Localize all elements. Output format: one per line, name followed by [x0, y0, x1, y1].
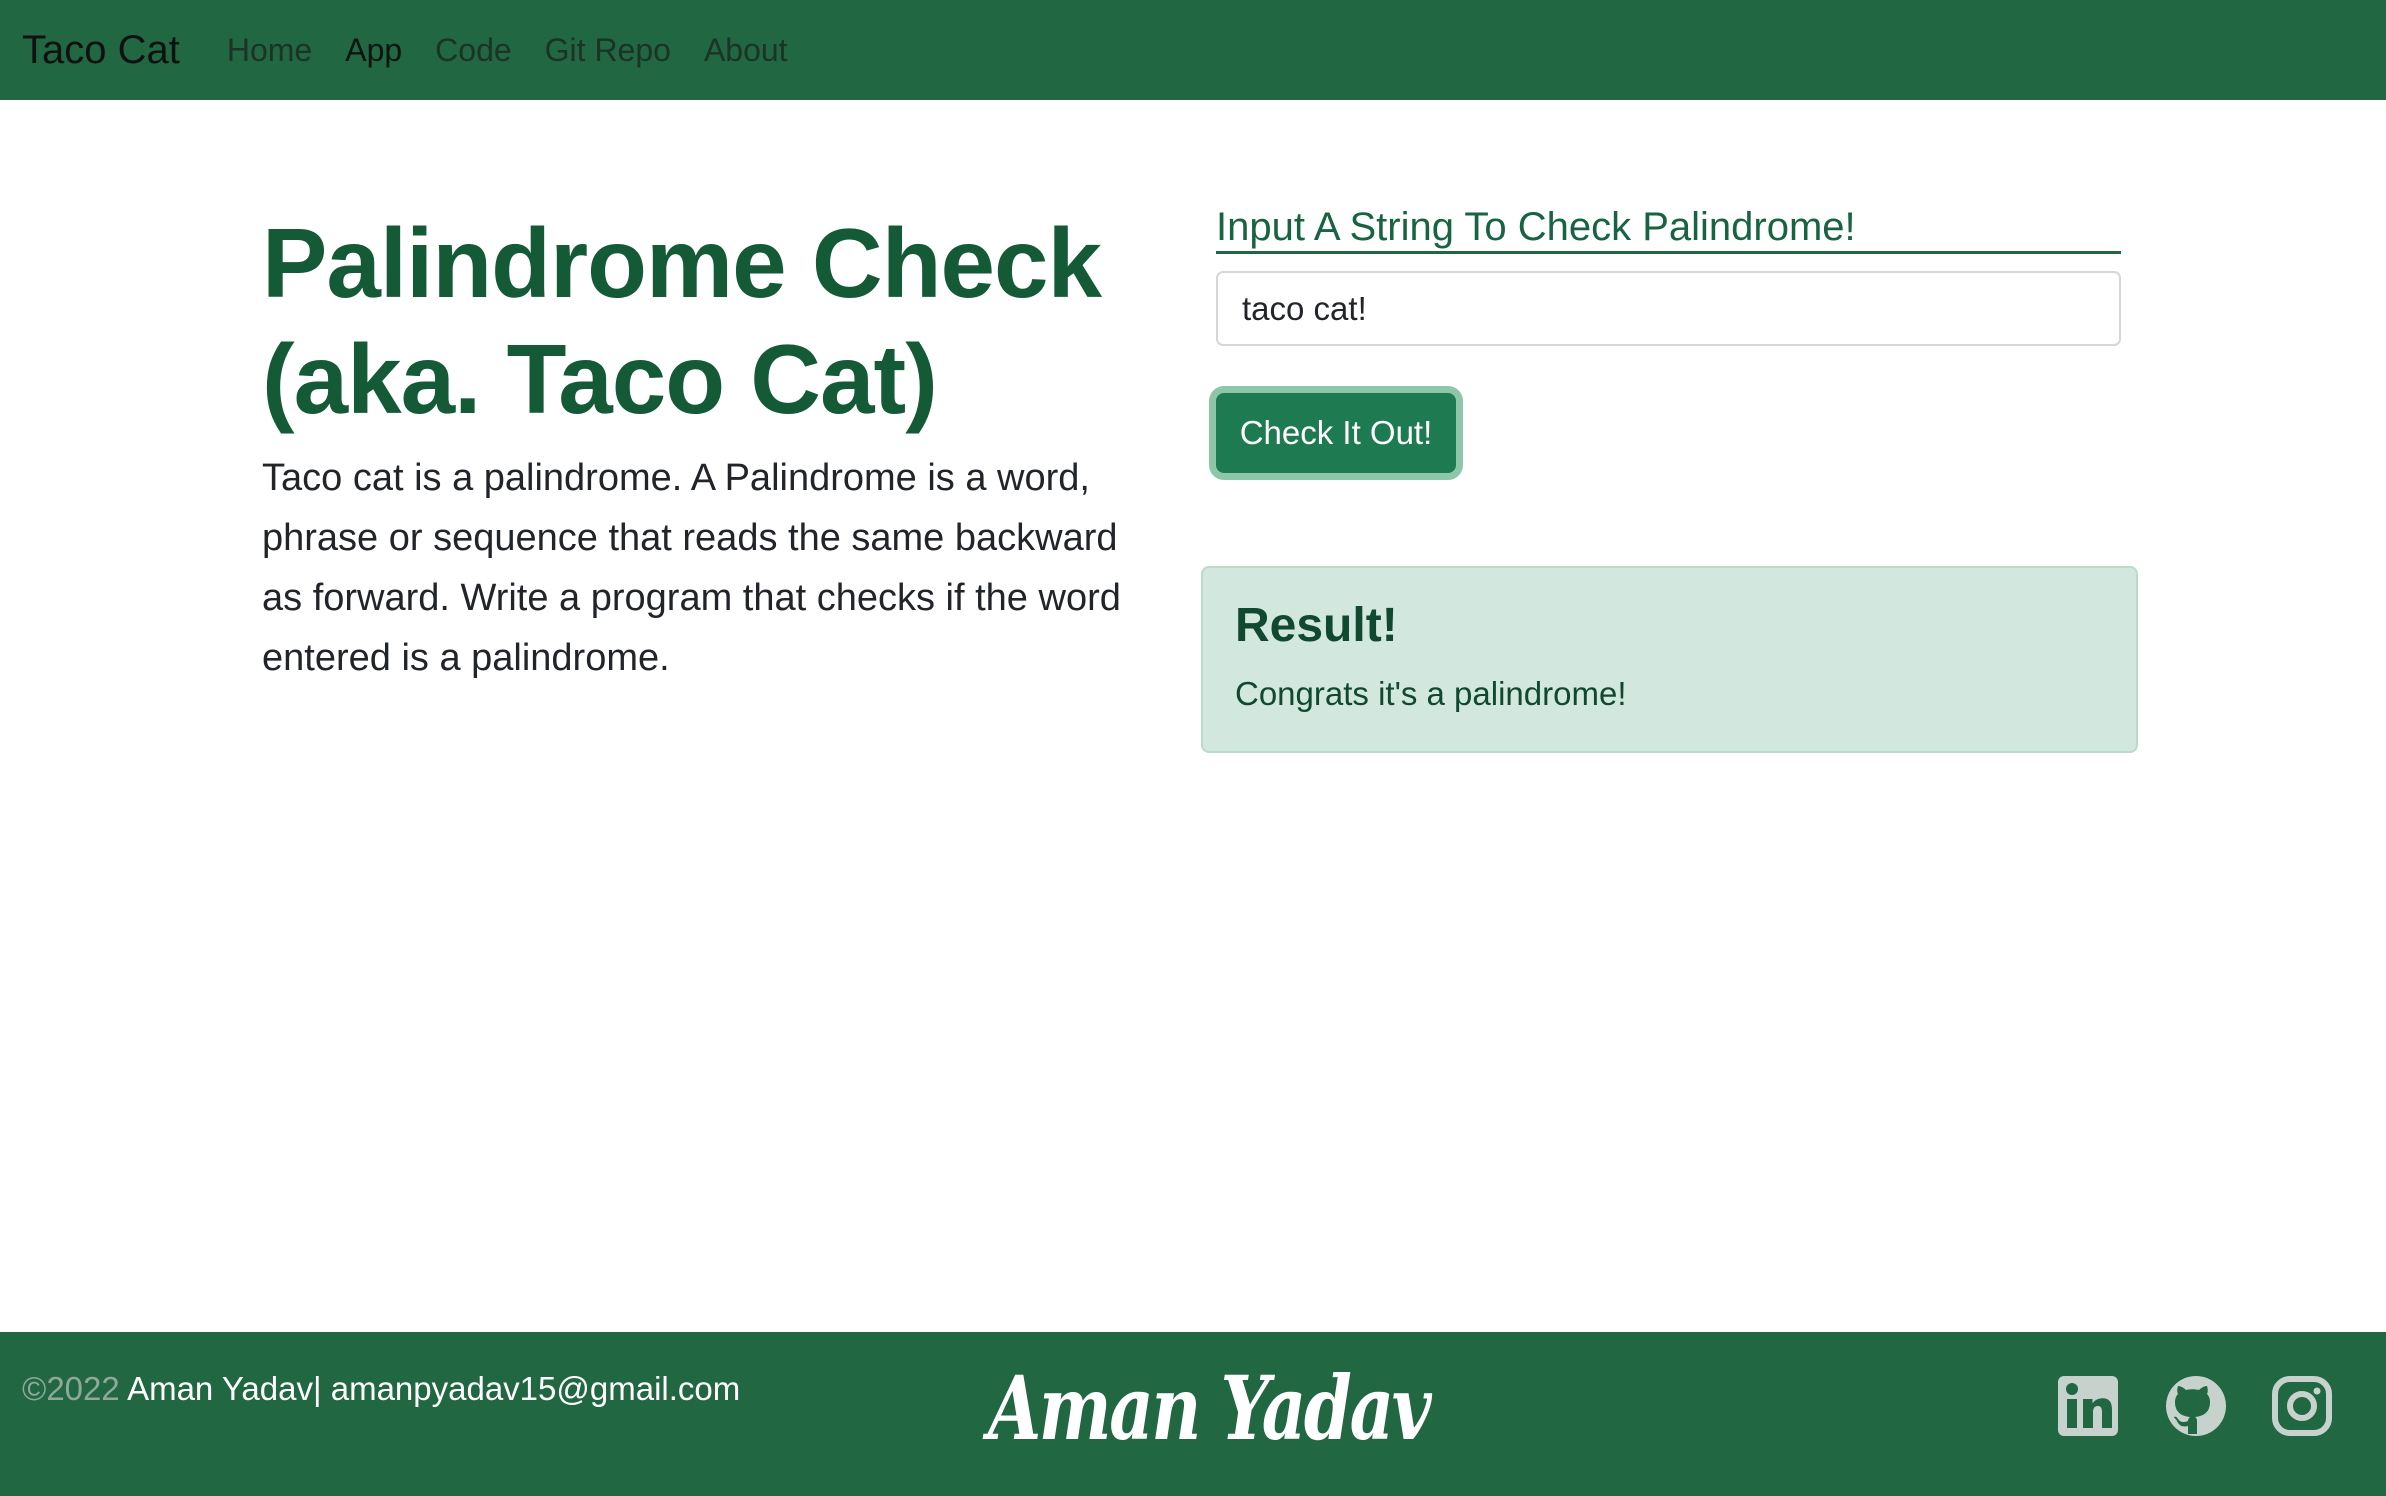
page-title: Palindrome Check (aka. Taco Cat) [262, 205, 1162, 437]
navbar: Taco Cat Home App Code Git Repo About [0, 0, 2386, 100]
instagram-icon[interactable] [2270, 1374, 2334, 1438]
input-label: Input A String To Check Palindrome! [1216, 200, 2121, 254]
brand-link[interactable]: Taco Cat [22, 28, 180, 73]
page-title-line1: Palindrome Check [262, 208, 1102, 318]
footer-logo: Aman Yadav [988, 1356, 1432, 1460]
footer-author: Aman Yadav| amanpyadav15@gmail.com [119, 1370, 741, 1407]
footer-year: ©2022 [22, 1370, 120, 1407]
palindrome-input[interactable] [1216, 271, 2121, 346]
result-title: Result! [1235, 599, 1398, 652]
nav-link-home[interactable]: Home [227, 32, 312, 69]
result-message: Congrats it's a palindrome! [1235, 675, 1627, 712]
footer: ©2022 Aman Yadav| amanpyadav15@gmail.com… [0, 1332, 2386, 1496]
linkedin-icon[interactable] [2056, 1374, 2120, 1438]
check-button[interactable]: Check It Out! [1216, 393, 1456, 473]
nav-link-app[interactable]: App [345, 32, 402, 69]
page-title-line2: (aka. Taco Cat) [262, 324, 938, 434]
nav-link-about[interactable]: About [704, 32, 788, 69]
nav-link-git-repo[interactable]: Git Repo [545, 32, 671, 69]
description-text: Taco cat is a palindrome. A Palindrome i… [262, 457, 1121, 679]
footer-copyright: ©2022 Aman Yadav| amanpyadav15@gmail.com [22, 1370, 740, 1408]
result-alert: Result! Congrats it's a palindrome! [1201, 566, 2138, 753]
github-icon[interactable] [2164, 1374, 2228, 1438]
nav-link-code[interactable]: Code [435, 32, 512, 69]
